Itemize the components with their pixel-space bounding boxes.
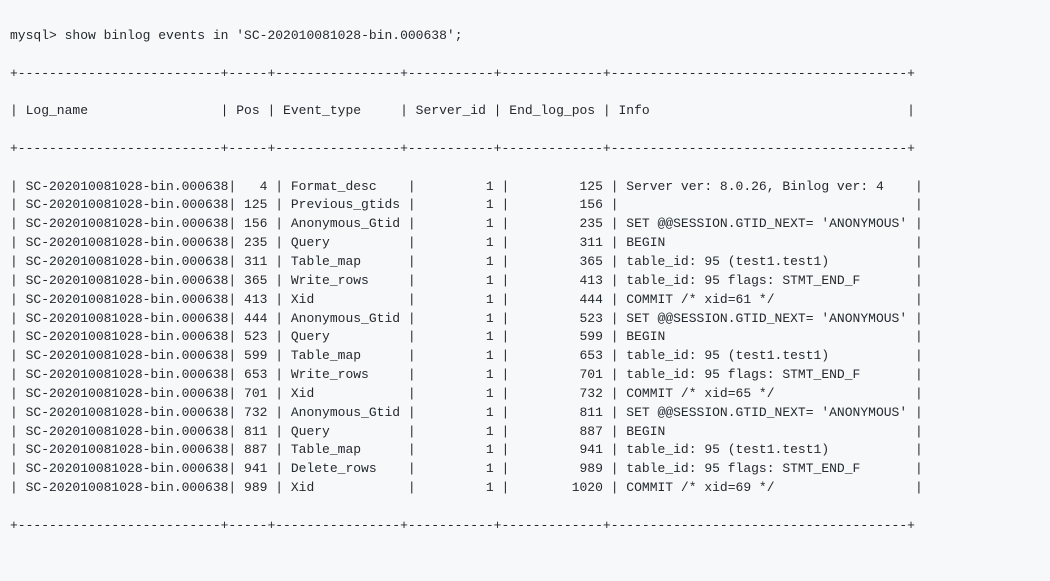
terminal-output: mysql> show binlog events in 'SC-2020100… (10, 8, 1040, 573)
table-row: | SC-202010081028-bin.000638| 311 | Tabl… (10, 253, 1040, 272)
table-row: | SC-202010081028-bin.000638| 235 | Quer… (10, 234, 1040, 253)
prompt-line[interactable]: mysql> show binlog events in 'SC-2020100… (10, 27, 1040, 46)
table-row: | SC-202010081028-bin.000638| 156 | Anon… (10, 215, 1040, 234)
table-border-mid: +--------------------------+-----+------… (10, 140, 1040, 159)
mysql-prompt: mysql> (10, 28, 57, 43)
table-row: | SC-202010081028-bin.000638| 4 | Format… (10, 178, 1040, 197)
table-row: | SC-202010081028-bin.000638| 811 | Quer… (10, 423, 1040, 442)
table-header-row: | Log_name | Pos | Event_type | Server_i… (10, 102, 1040, 121)
table-row: | SC-202010081028-bin.000638| 732 | Anon… (10, 404, 1040, 423)
table-row: | SC-202010081028-bin.000638| 653 | Writ… (10, 366, 1040, 385)
table-row: | SC-202010081028-bin.000638| 989 | Xid … (10, 479, 1040, 498)
table-row: | SC-202010081028-bin.000638| 444 | Anon… (10, 310, 1040, 329)
table-row: | SC-202010081028-bin.000638| 941 | Dele… (10, 460, 1040, 479)
table-row: | SC-202010081028-bin.000638| 599 | Tabl… (10, 347, 1040, 366)
sql-command: show binlog events in 'SC-202010081028-b… (65, 28, 463, 43)
table-row: | SC-202010081028-bin.000638| 413 | Xid … (10, 291, 1040, 310)
table-border-top: +--------------------------+-----+------… (10, 65, 1040, 84)
table-row: | SC-202010081028-bin.000638| 523 | Quer… (10, 328, 1040, 347)
table-row: | SC-202010081028-bin.000638| 887 | Tabl… (10, 441, 1040, 460)
table-row: | SC-202010081028-bin.000638| 125 | Prev… (10, 196, 1040, 215)
table-border-bottom: +--------------------------+-----+------… (10, 517, 1040, 536)
table-row: | SC-202010081028-bin.000638| 365 | Writ… (10, 272, 1040, 291)
table-row: | SC-202010081028-bin.000638| 701 | Xid … (10, 385, 1040, 404)
